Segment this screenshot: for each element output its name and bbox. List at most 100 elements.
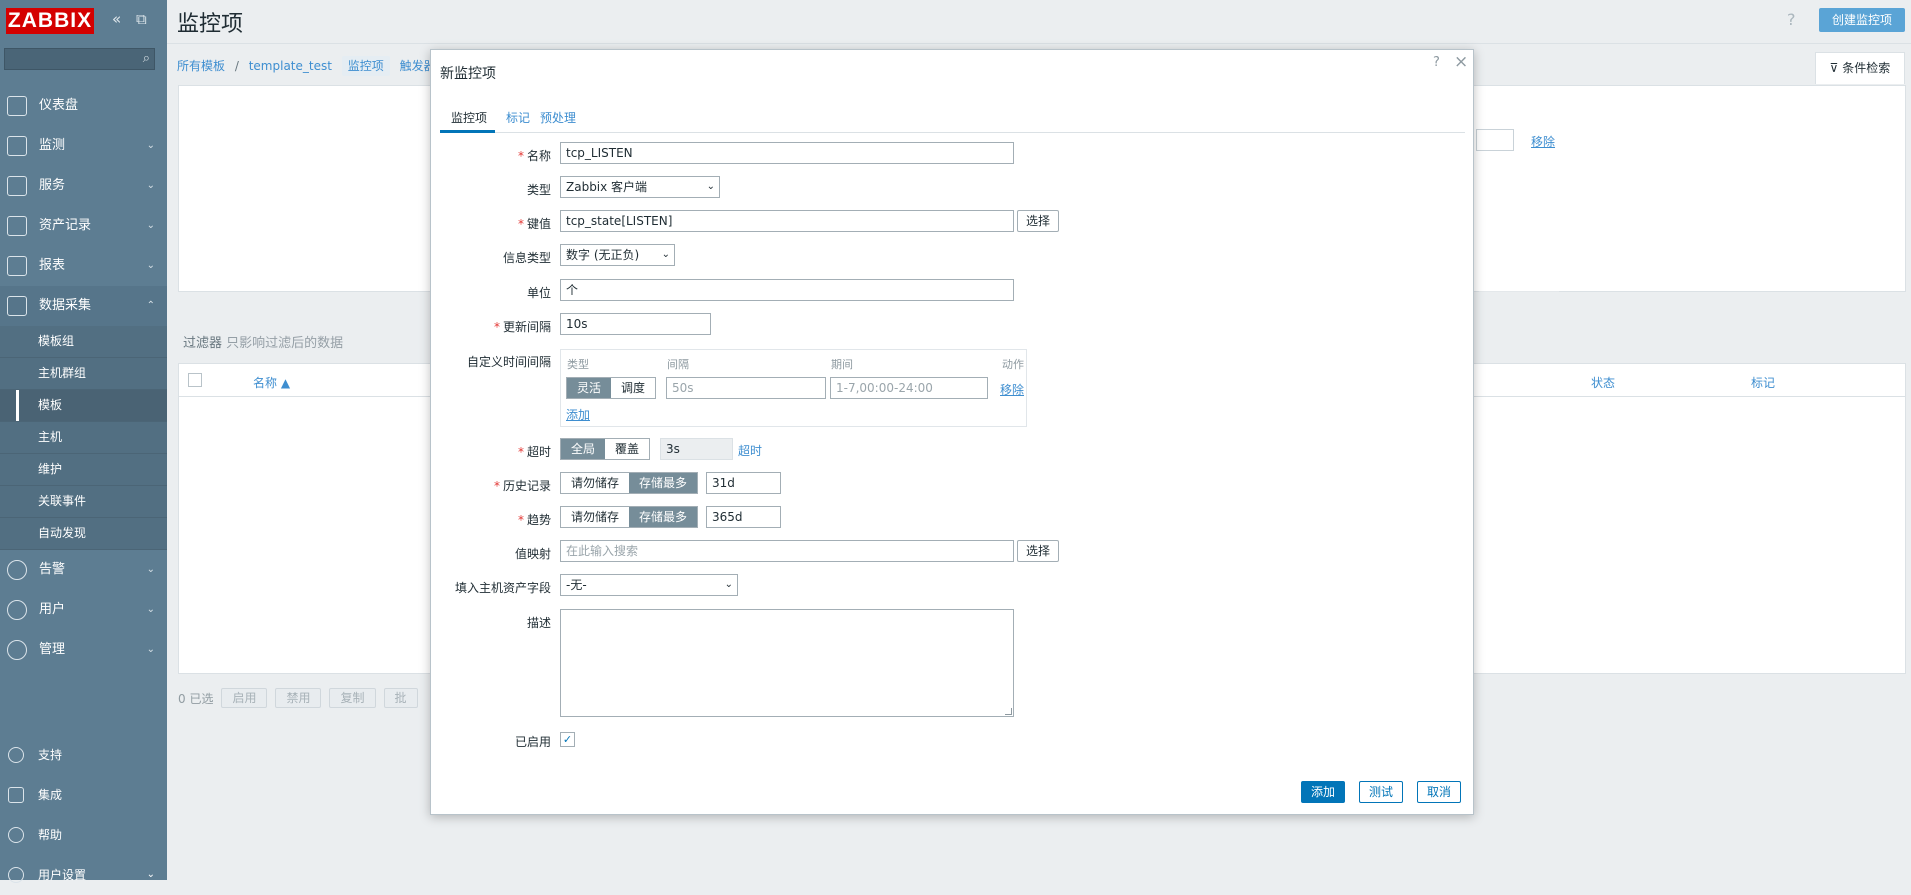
filter-hint: 只影响过滤后的数据 — [226, 336, 344, 351]
inventory-select[interactable]: -无- ⌄ — [560, 574, 738, 596]
cancel-button[interactable]: 取消 — [1417, 781, 1462, 803]
key-input[interactable]: tcp_state[LISTEN] — [560, 210, 1014, 232]
trends-toggle[interactable]: 请勿储存 存储最多 — [560, 506, 699, 528]
ci-add-link[interactable]: 添加 — [566, 406, 590, 423]
data-collection-submenu: 模板组 主机群组 模板 主机 维护 关联事件 自动发现 — [0, 326, 167, 550]
interval-input[interactable]: 10s — [560, 313, 711, 335]
valuemap-select-button[interactable]: 选择 — [1017, 540, 1060, 562]
chevron-down-icon: ⌄ — [146, 564, 155, 575]
chevron-down-icon: ⌄ — [724, 579, 733, 590]
breadcrumb-template[interactable]: template_test — [249, 59, 332, 73]
tab-tags[interactable]: 标记 — [506, 109, 530, 126]
history-store-up-to-option[interactable]: 存储最多 — [629, 473, 698, 493]
add-button[interactable]: 添加 — [1301, 781, 1346, 803]
tab-item[interactable]: 监控项 — [451, 109, 487, 126]
main-menu: 仪表盘 监测 ⌄ 服务 ⌄ 资产记录 ⌄ 报表 ⌄ 数据采集 ⌃ 模板组 主机群… — [0, 86, 167, 670]
filter-remove-link[interactable]: 移除 — [1531, 133, 1555, 150]
menu-item-help[interactable]: 帮助 — [0, 815, 167, 855]
key-select-button[interactable]: 选择 — [1017, 210, 1060, 232]
description-textarea[interactable] — [560, 609, 1014, 717]
ci-scheduling-option[interactable]: 调度 — [611, 378, 656, 398]
menu-item-user-settings[interactable]: 用户设置 ⌄ — [0, 855, 167, 895]
timeout-label: * 超时 — [517, 445, 551, 459]
dialog-help-icon[interactable]: ? — [1433, 55, 1440, 70]
help-icon[interactable]: ? — [1787, 10, 1796, 29]
valuemap-input[interactable]: 在此输入搜索 — [560, 540, 1014, 562]
filter-tab-label: 条件检索 — [1842, 61, 1891, 75]
timeout-toggle[interactable]: 全局 覆盖 — [560, 438, 651, 460]
menu-label: 资产记录 — [39, 218, 92, 233]
menu-item-reports[interactable]: 报表 ⌄ — [0, 246, 167, 286]
enabled-checkbox[interactable]: ✓ — [560, 732, 575, 747]
submenu-item-maintenance[interactable]: 维护 — [0, 454, 167, 486]
info-type-select[interactable]: 数字 (无正负) ⌄ — [560, 244, 675, 266]
ci-header-type: 类型 — [567, 358, 589, 371]
filter-note: 过滤器 只影响过滤后的数据 — [183, 332, 343, 351]
mass-update-button[interactable]: 批 — [383, 688, 418, 708]
kiosk-mode-icon[interactable]: ⧉ — [136, 10, 147, 28]
ci-period-input[interactable]: 1-7,00:00-24:00 — [830, 377, 988, 399]
select-all-checkbox[interactable] — [188, 373, 202, 387]
submenu-item-host-groups[interactable]: 主机群组 — [0, 358, 167, 390]
history-do-not-store-option[interactable]: 请勿储存 — [561, 473, 630, 493]
timeout-global-option[interactable]: 全局 — [561, 439, 606, 459]
menu-item-inventory[interactable]: 资产记录 ⌄ — [0, 206, 167, 246]
column-header-status[interactable]: 状态 — [1591, 374, 1615, 391]
history-toggle[interactable]: 请勿储存 存储最多 — [560, 472, 699, 494]
menu-item-monitoring[interactable]: 监测 ⌄ — [0, 126, 167, 166]
submenu-item-discovery[interactable]: 自动发现 — [0, 518, 167, 550]
menu-label: 支持 — [38, 748, 63, 762]
trends-input[interactable]: 365d — [706, 506, 781, 528]
create-item-button[interactable]: 创建监控项 — [1819, 8, 1905, 32]
trends-do-not-store-option[interactable]: 请勿储存 — [561, 507, 630, 527]
menu-label: 数据采集 — [39, 298, 92, 313]
menu-item-alerts[interactable]: 告警 ⌄ — [0, 550, 167, 590]
close-icon[interactable]: × — [1454, 52, 1468, 72]
submenu-item-templates[interactable]: 模板 — [0, 390, 167, 422]
menu-item-dashboard[interactable]: 仪表盘 — [0, 86, 167, 126]
help-icon — [8, 827, 24, 843]
trends-store-up-to-option[interactable]: 存储最多 — [629, 507, 698, 527]
chevron-up-icon: ⌃ — [146, 300, 155, 311]
filter-tag-input[interactable] — [1476, 129, 1514, 151]
breadcrumb: 所有模板 / template_test 监控项 触发器 — [177, 56, 442, 76]
timeout-link[interactable]: 超时 — [738, 442, 762, 459]
timeout-override-option[interactable]: 覆盖 — [605, 439, 650, 459]
copy-button[interactable]: 复制 — [329, 688, 376, 708]
breadcrumb-all-templates[interactable]: 所有模板 — [177, 59, 225, 73]
monitoring-icon — [7, 136, 27, 156]
breadcrumb-items[interactable]: 监控项 — [341, 56, 390, 76]
menu-label: 仪表盘 — [39, 98, 79, 113]
menu-item-services[interactable]: 服务 ⌄ — [0, 166, 167, 206]
sidebar-search-input[interactable]: ⌕ — [4, 48, 155, 70]
chevron-down-icon: ⌄ — [146, 644, 155, 655]
submenu-item-event-correlation[interactable]: 关联事件 — [0, 486, 167, 518]
filter-tab[interactable]: ⊽ 条件检索 — [1815, 52, 1905, 84]
menu-item-administration[interactable]: 管理 ⌄ — [0, 630, 167, 670]
units-input[interactable]: 个 — [560, 279, 1014, 301]
name-input[interactable]: tcp_LISTEN — [560, 142, 1014, 164]
collapse-sidebar-icon[interactable]: « — [112, 10, 121, 28]
ci-interval-input[interactable]: 50s — [666, 377, 826, 399]
submenu-item-template-groups[interactable]: 模板组 — [0, 326, 167, 358]
resize-handle-icon[interactable] — [1005, 708, 1012, 715]
search-icon[interactable]: ⌕ — [143, 51, 150, 66]
tab-preprocessing[interactable]: 预处理 — [540, 109, 576, 126]
ci-remove-link[interactable]: 移除 — [1000, 381, 1024, 398]
column-header-name[interactable]: 名称 ▲ — [253, 374, 290, 391]
test-button[interactable]: 测试 — [1359, 781, 1404, 803]
dialog-tabs: 监控项 标记 预处理 — [440, 106, 1465, 133]
chevron-down-icon: ⌄ — [146, 140, 155, 151]
menu-item-support[interactable]: 支持 — [0, 735, 167, 775]
type-select[interactable]: Zabbix 客户端 ⌄ — [560, 176, 720, 198]
ci-flexible-option[interactable]: 灵活 — [567, 378, 612, 398]
ci-type-toggle[interactable]: 灵活 调度 — [566, 377, 657, 399]
history-input[interactable]: 31d — [706, 472, 781, 494]
menu-item-data-collection[interactable]: 数据采集 ⌃ — [0, 286, 167, 326]
disable-button[interactable]: 禁用 — [275, 688, 322, 708]
menu-item-users[interactable]: 用户 ⌄ — [0, 590, 167, 630]
enable-button[interactable]: 启用 — [221, 688, 268, 708]
submenu-item-hosts[interactable]: 主机 — [0, 422, 167, 454]
zabbix-logo[interactable]: ZABBIX — [6, 8, 94, 34]
menu-item-integrations[interactable]: 集成 — [0, 775, 167, 815]
